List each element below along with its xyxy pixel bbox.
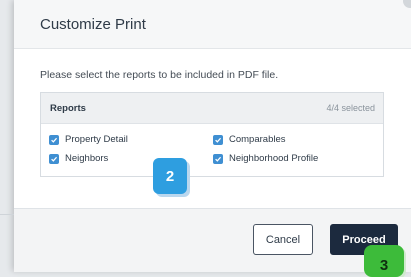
- option-label: Property Detail: [65, 134, 128, 145]
- dialog-title: Customize Print: [40, 15, 146, 33]
- option-property-detail[interactable]: Property Detail: [49, 134, 213, 145]
- checkbox-checked-icon[interactable]: [49, 134, 59, 145]
- reports-panel-header: Reports 4/4 selected: [41, 93, 383, 124]
- reports-panel: Reports 4/4 selected Property Detail Com…: [40, 92, 384, 177]
- option-neighborhood-profile[interactable]: Neighborhood Profile: [213, 153, 373, 164]
- dialog-header: Customize Print: [14, 0, 411, 49]
- instruction-text: Please select the reports to be included…: [40, 69, 279, 81]
- option-label: Comparables: [229, 134, 286, 145]
- checkbox-checked-icon[interactable]: [213, 153, 223, 164]
- option-comparables[interactable]: Comparables: [213, 134, 373, 145]
- reports-panel-title: Reports: [50, 102, 86, 114]
- option-label: Neighborhood Profile: [229, 153, 319, 164]
- divider: [0, 214, 14, 215]
- cancel-button[interactable]: Cancel: [253, 224, 313, 255]
- dialog-body: Please select the reports to be included…: [14, 49, 411, 177]
- selected-count: 4/4 selected: [326, 103, 375, 113]
- reports-options: Property Detail Comparables Neighbors Ne…: [41, 124, 383, 176]
- checkbox-checked-icon[interactable]: [213, 134, 223, 145]
- step-3-callout: 3: [364, 245, 404, 277]
- customize-print-dialog: Customize Print Please select the report…: [14, 0, 411, 272]
- step-2-callout: 2: [153, 158, 187, 194]
- option-neighbors[interactable]: Neighbors: [49, 153, 213, 164]
- option-label: Neighbors: [65, 153, 109, 164]
- checkbox-checked-icon[interactable]: [49, 153, 59, 164]
